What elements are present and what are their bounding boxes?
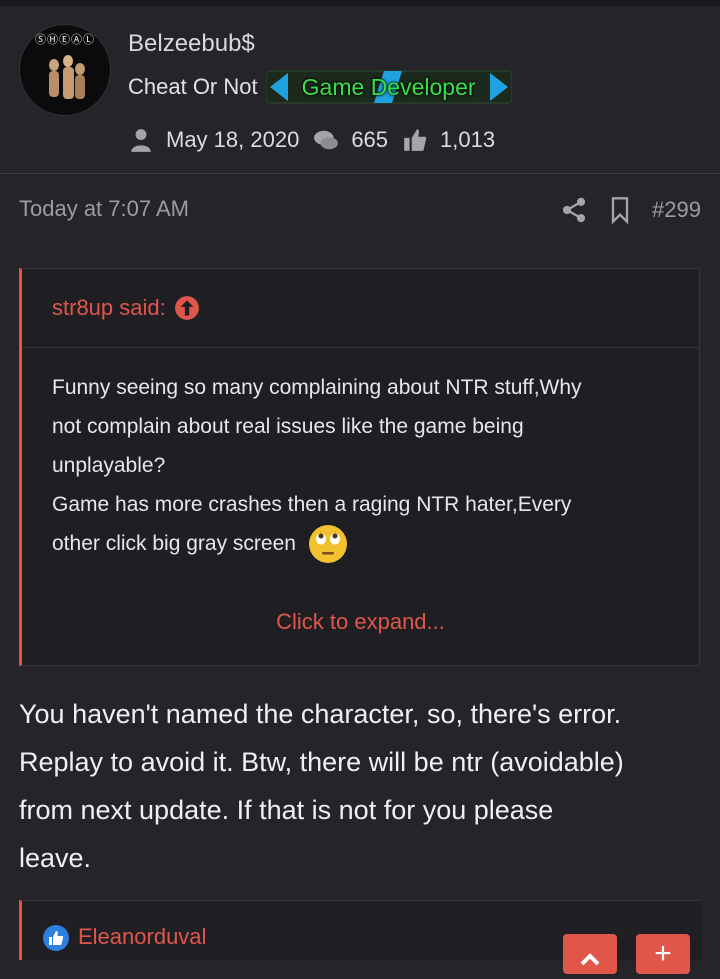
message-line: leave. (19, 843, 92, 873)
quote-text: Funny seeing so many complaining about N… (22, 348, 699, 564)
quote-author[interactable]: str8up said: (52, 295, 166, 321)
quote-line: Funny seeing so many complaining about N… (52, 376, 582, 399)
like-reaction-icon (43, 925, 69, 951)
header-divider (0, 173, 720, 174)
eye-roll-emoji-icon (308, 525, 347, 564)
username[interactable]: Belzeebub$ (128, 30, 255, 58)
quote-header: str8up said: (22, 269, 699, 348)
reaction-score: 1,013 (440, 127, 496, 152)
post-number[interactable]: #299 (652, 197, 701, 223)
user-title: Cheat Or Not (128, 74, 258, 99)
message-count: 665 (351, 127, 389, 152)
arrow-up-circle-icon[interactable] (174, 295, 200, 321)
chevron-up-icon (580, 953, 600, 966)
user-icon (131, 129, 151, 152)
scroll-up-button[interactable] (563, 934, 617, 974)
add-button[interactable]: + (636, 934, 690, 974)
user-title-row: Cheat Or Not Game Developer (128, 70, 512, 104)
avatar-badges: ⓈⒽⒺⒶⓁ (35, 34, 95, 46)
reaction-user-link[interactable]: Eleanorduval (78, 924, 206, 950)
quote-line-with-emoji: other click big gray screen (52, 524, 669, 564)
message-line: from next update. If that is not for you… (19, 795, 554, 825)
game-developer-banner: Game Developer (265, 69, 512, 105)
share-icon[interactable] (560, 196, 588, 224)
bookmark-icon[interactable] (606, 196, 634, 224)
post-actions: #299 (542, 194, 701, 226)
quote-line: Game has more crashes then a raging NTR … (52, 493, 572, 516)
avatar[interactable]: ⓈⒽⒺⒶⓁ (19, 24, 111, 116)
quote-block: str8up said: Funny seeing so many compla… (19, 268, 700, 666)
post-timestamp[interactable]: Today at 7:07 AM (19, 196, 189, 222)
quote-line: not complain about real issues like the … (52, 415, 524, 438)
joined-date: May 18, 2020 (166, 127, 300, 152)
comments-icon (314, 130, 339, 150)
user-stats: May 18, 2020 665 1,013 (128, 124, 509, 156)
quote-line: unplayable? (52, 454, 166, 477)
quote-line: other click big gray screen (52, 532, 296, 555)
thumbs-up-icon (404, 129, 427, 151)
banner-text: Game Developer (301, 74, 476, 100)
post-message: You haven't named the character, so, the… (19, 690, 709, 882)
message-line: Replay to avoid it. Btw, there will be n… (19, 747, 624, 777)
message-line: You haven't named the character, so, the… (19, 699, 622, 729)
top-bar (0, 0, 720, 6)
click-to-expand-link[interactable]: Click to expand... (22, 609, 699, 635)
